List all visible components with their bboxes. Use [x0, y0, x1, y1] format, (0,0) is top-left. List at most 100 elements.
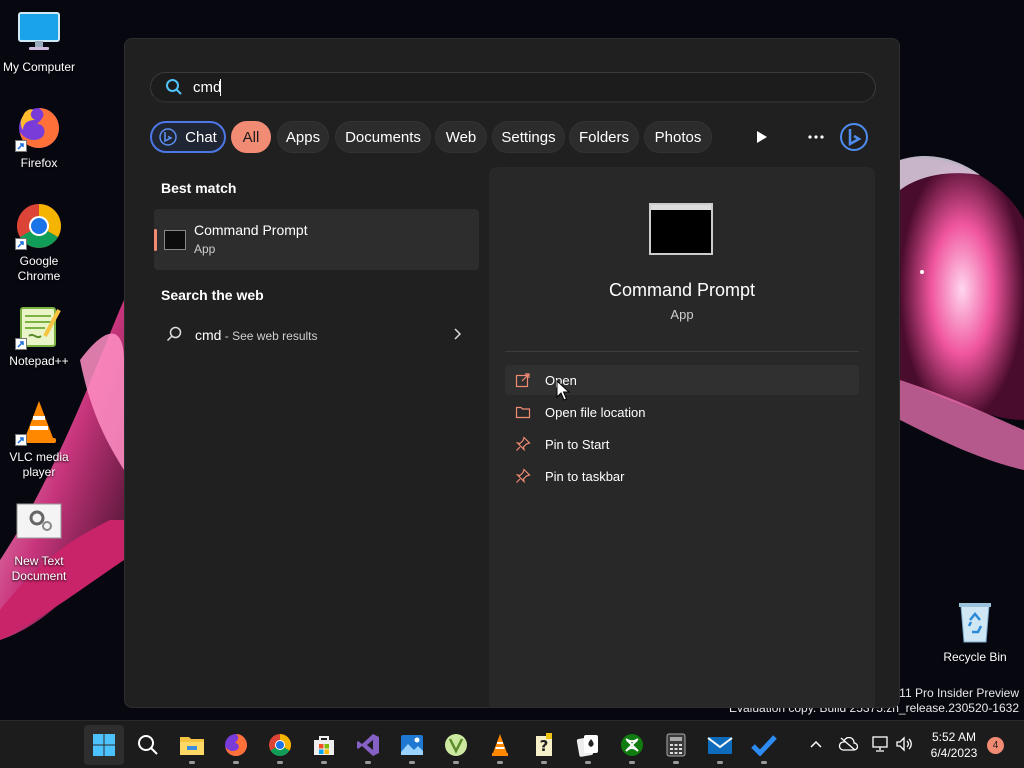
- command-prompt-icon: [164, 230, 186, 250]
- action-label: Open file location: [545, 404, 646, 420]
- filter-chip-web[interactable]: Web: [435, 121, 487, 153]
- notepadpp-icon: [15, 302, 63, 350]
- taskbar-calculator[interactable]: [656, 725, 696, 765]
- taskbar-start-button[interactable]: [84, 725, 124, 765]
- desktop-icon-label: Firefox: [20, 156, 58, 170]
- filter-chip-apps[interactable]: Apps: [277, 121, 329, 153]
- result-type: App: [194, 242, 216, 256]
- search-icon: [138, 735, 158, 755]
- desktop-icon-chrome[interactable]: Google Chrome: [0, 202, 78, 284]
- desktop-icon-firefox[interactable]: Firefox: [0, 104, 78, 171]
- pin-icon: [515, 436, 531, 452]
- desktop-icon-my-computer[interactable]: My Computer: [0, 8, 78, 75]
- filter-chip-label: Settings: [501, 128, 556, 146]
- search-panel: cmd Chat All Apps Documents Web Settings…: [124, 38, 900, 708]
- desktop-icon-label: Google Chrome: [17, 254, 61, 283]
- taskbar-file-explorer[interactable]: [172, 725, 212, 765]
- clock-time: 5:52 AM: [931, 730, 977, 744]
- taskbar-solitaire[interactable]: [568, 725, 608, 765]
- running-indicator: [497, 761, 503, 764]
- filter-chip-all[interactable]: All: [231, 121, 271, 153]
- action-pin-to-start[interactable]: Pin to Start: [505, 429, 859, 459]
- web-query: cmd: [195, 327, 222, 343]
- taskbar-vlc[interactable]: [480, 725, 520, 765]
- help-icon: ?: [536, 733, 552, 756]
- taskbar-search-button[interactable]: [128, 725, 168, 765]
- more-icon: [808, 135, 824, 139]
- filter-chip-documents[interactable]: Documents: [335, 121, 431, 153]
- taskbar-todo[interactable]: [744, 725, 784, 765]
- running-indicator: [189, 761, 195, 764]
- taskbar-firefox[interactable]: [216, 725, 256, 765]
- bing-icon: [840, 123, 868, 151]
- search-input[interactable]: cmd: [193, 79, 221, 96]
- running-indicator: [409, 761, 415, 764]
- taskbar-help[interactable]: ?: [524, 725, 564, 765]
- firefox-icon: [15, 104, 63, 152]
- microsoft-store-icon: [314, 736, 334, 755]
- action-label: Pin to taskbar: [545, 468, 625, 484]
- folder-icon: [515, 406, 531, 419]
- web-result-suffix: - See web results: [221, 329, 318, 343]
- search-filter-row: Chat All Apps Documents Web Settings Fol…: [150, 121, 876, 153]
- desktop-icon-label: Notepad++: [9, 354, 69, 368]
- action-pin-to-taskbar[interactable]: Pin to taskbar: [505, 461, 859, 491]
- file-explorer-icon: [180, 737, 204, 755]
- running-indicator: [541, 761, 547, 764]
- filter-chip-chat[interactable]: Chat: [150, 121, 226, 153]
- search-web-heading: Search the web: [161, 287, 264, 303]
- photos-icon: [401, 735, 423, 755]
- web-result-text: cmd - See web results: [195, 327, 318, 343]
- taskbar-photos[interactable]: [392, 725, 432, 765]
- vlc-icon: [492, 734, 508, 756]
- filter-chip-photos[interactable]: Photos: [644, 121, 712, 153]
- open-external-icon: [515, 373, 530, 388]
- notepadpp-icon: [445, 734, 467, 756]
- filter-chip-label: Photos: [654, 128, 702, 146]
- play-icon: [757, 131, 767, 143]
- running-indicator: [277, 761, 283, 764]
- filter-chip-label: Chat: [185, 128, 217, 146]
- bing-icon: [159, 128, 177, 146]
- desktop-icon-vlc[interactable]: VLC media player: [0, 398, 78, 480]
- taskbar-chrome[interactable]: [260, 725, 300, 765]
- tray-onedrive[interactable]: [837, 733, 859, 755]
- search-box[interactable]: cmd: [150, 72, 876, 103]
- running-indicator: [717, 761, 723, 764]
- best-match-heading: Best match: [161, 180, 237, 196]
- notification-badge[interactable]: 4: [987, 737, 1004, 754]
- network-icon: [872, 736, 888, 752]
- desktop-icon-notepadpp[interactable]: Notepad++: [0, 302, 78, 369]
- taskbar-visual-studio[interactable]: [348, 725, 388, 765]
- chevron-up-icon: [810, 740, 822, 748]
- overflow-menu-button[interactable]: [800, 121, 832, 153]
- desktop-icon-new-text-document[interactable]: New Text Document: [0, 502, 78, 584]
- desktop-icon-recycle-bin[interactable]: Recycle Bin: [936, 598, 1014, 665]
- taskbar-notepadpp[interactable]: [436, 725, 476, 765]
- taskbar-xbox[interactable]: [612, 725, 652, 765]
- tray-volume[interactable]: [893, 733, 915, 755]
- tray-network[interactable]: [869, 733, 891, 755]
- xbox-icon: [621, 734, 643, 756]
- show-hidden-icons-button[interactable]: [805, 733, 827, 755]
- preview-subtitle: App: [670, 307, 694, 322]
- chrome-icon: [269, 734, 291, 756]
- clock-date: 6/4/2023: [930, 746, 978, 760]
- cloud-offline-icon: [838, 737, 858, 751]
- filter-chip-settings[interactable]: Settings: [492, 121, 565, 153]
- more-filters-button[interactable]: [746, 121, 778, 153]
- svg-text:?: ?: [540, 737, 549, 755]
- filter-chip-folders[interactable]: Folders: [569, 121, 639, 153]
- web-search-result[interactable]: cmd - See web results: [154, 319, 479, 351]
- taskbar-clock[interactable]: 5:52 AM 6/4/2023: [924, 729, 984, 761]
- taskbar-microsoft-store[interactable]: [304, 725, 344, 765]
- todo-icon: [751, 735, 777, 756]
- taskbar-mail[interactable]: [700, 725, 740, 765]
- best-match-result[interactable]: Command Prompt App: [154, 209, 479, 270]
- selection-indicator: [154, 229, 157, 251]
- bing-chat-button[interactable]: [838, 121, 870, 153]
- chevron-right-icon: [454, 328, 461, 340]
- running-indicator: [453, 761, 459, 764]
- calculator-icon: [666, 733, 686, 757]
- filter-chip-label: Web: [445, 128, 477, 146]
